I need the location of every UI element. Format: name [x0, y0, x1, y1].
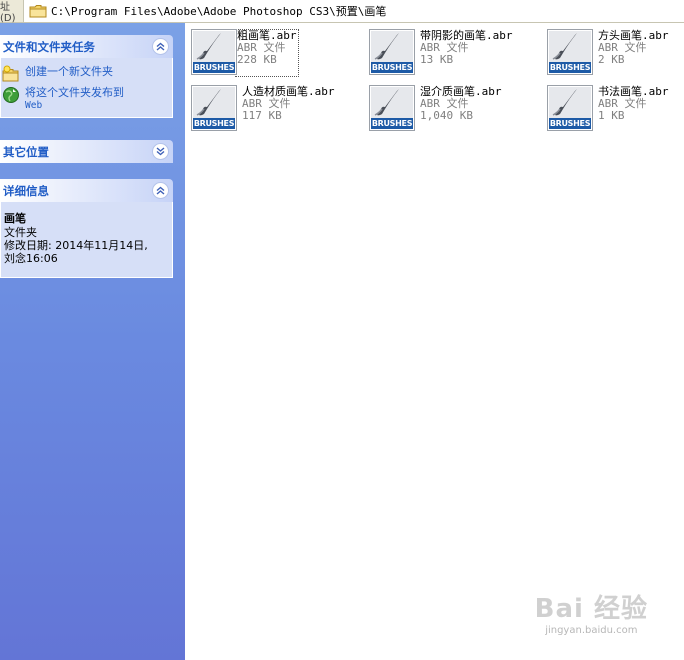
panel-title: 文件和文件夹任务 — [3, 39, 95, 54]
icon-label: BRUSHES — [193, 63, 235, 72]
folder-icon — [29, 5, 47, 18]
icon-label: BRUSHES — [193, 119, 235, 128]
icon-label: BRUSHES — [549, 63, 591, 72]
task-publish-web[interactable]: 将这个文件夹发布到 Web — [1, 86, 172, 112]
icon-label: BRUSHES — [549, 119, 591, 128]
panel-title: 详细信息 — [3, 183, 49, 198]
panel-body-file-tasks: 创建一个新文件夹 将这个文件夹发布到 Web — [0, 58, 173, 118]
task-label: 创建一个新文件夹 — [25, 65, 113, 78]
file-text: 人造材质画笔.abr ABR 文件 117 KB — [242, 85, 335, 133]
file-text: 书法画笔.abr ABR 文件 1 KB — [598, 85, 669, 133]
globe-icon — [3, 87, 19, 103]
panel-title: 其它位置 — [3, 144, 49, 159]
brush-file-icon: BRUSHES — [191, 29, 237, 75]
address-bar: 址(D) C:\Program Files\Adobe\Adobe Photos… — [0, 0, 684, 24]
chevron-up-icon[interactable] — [152, 38, 169, 55]
file-text: 湿介质画笔.abr ABR 文件 1,040 KB — [420, 85, 502, 133]
file-size: 228 KB — [237, 53, 277, 66]
new-folder-icon — [2, 65, 19, 82]
file-size: 2 KB — [598, 53, 625, 66]
brush-file-icon: BRUSHES — [191, 85, 237, 131]
panel-header-file-tasks[interactable]: 文件和文件夹任务 — [0, 35, 173, 58]
file-text: 带阴影的画笔.abr ABR 文件 13 KB — [420, 29, 513, 77]
file-item[interactable]: BRUSHES 粗画笔.abr ABR 文件 228 KB — [191, 29, 367, 77]
icon-label: BRUSHES — [371, 119, 413, 128]
address-label: 址(D) — [0, 0, 24, 24]
brush-file-icon: BRUSHES — [547, 85, 593, 131]
panel-body-details: 画笔 文件夹 修改日期: 2014年11月14日, 刘念16:06 — [0, 202, 173, 278]
file-list: BRUSHES 粗画笔.abr ABR 文件 228 KB BRUSHES 带阴… — [185, 23, 684, 660]
task-label-line1: 将这个文件夹发布到 — [25, 86, 124, 99]
file-text: 方头画笔.abr ABR 文件 2 KB — [598, 29, 669, 77]
chevron-up-icon[interactable] — [152, 182, 169, 199]
details-type: 文件夹 — [4, 226, 37, 239]
file-text: 粗画笔.abr ABR 文件 228 KB — [235, 29, 299, 77]
watermark-url: jingyan.baidu.com — [545, 625, 638, 636]
details-name: 画笔 — [4, 212, 26, 225]
task-new-folder[interactable]: 创建一个新文件夹 — [1, 65, 172, 83]
file-item[interactable]: BRUSHES 带阴影的画笔.abr ABR 文件 13 KB — [369, 29, 545, 77]
details-modified: 修改日期: 2014年11月14日, — [4, 239, 148, 252]
icon-label: BRUSHES — [371, 63, 413, 72]
file-item[interactable]: BRUSHES 方头画笔.abr ABR 文件 2 KB — [547, 29, 677, 77]
task-label-line2: Web — [25, 100, 43, 111]
panel-header-other-places[interactable]: 其它位置 — [0, 140, 173, 163]
panel-header-details[interactable]: 详细信息 — [0, 179, 173, 202]
watermark-logo: Bai 经验 — [534, 594, 648, 624]
file-size: 13 KB — [420, 53, 454, 66]
brush-file-icon: BRUSHES — [369, 29, 415, 75]
details-modified-time: 刘念16:06 — [4, 252, 58, 265]
file-size: 1 KB — [598, 109, 625, 122]
file-item[interactable]: BRUSHES 湿介质画笔.abr ABR 文件 1,040 KB — [369, 85, 545, 133]
file-size: 1,040 KB — [420, 109, 473, 122]
brush-file-icon: BRUSHES — [369, 85, 415, 131]
watermark: Bai 经验 jingyan.baidu.com — [535, 588, 648, 636]
task-label: 将这个文件夹发布到 Web — [25, 86, 124, 112]
file-item[interactable]: BRUSHES 书法画笔.abr ABR 文件 1 KB — [547, 85, 677, 133]
file-size: 117 KB — [242, 109, 282, 122]
file-item[interactable]: BRUSHES 人造材质画笔.abr ABR 文件 117 KB — [191, 85, 367, 133]
task-pane: 文件和文件夹任务 创建一个新文件夹 将这个文件夹发布到 Web 其它位置 详细信… — [0, 23, 185, 660]
brush-file-icon: BRUSHES — [547, 29, 593, 75]
address-path[interactable]: C:\Program Files\Adobe\Adobe Photoshop C… — [51, 3, 386, 19]
chevron-down-icon[interactable] — [152, 143, 169, 160]
